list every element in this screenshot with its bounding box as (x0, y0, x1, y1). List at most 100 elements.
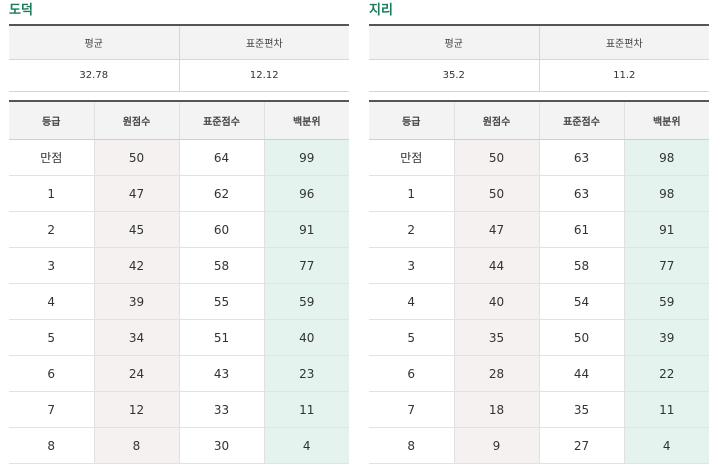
raw-score-cell: 50 (453, 139, 539, 176)
raw-score-cell: 35 (453, 319, 539, 356)
summary-header: 표준편차 (178, 25, 349, 60)
grade-table-header: 표준점수 (538, 100, 624, 140)
raw-score-cell: 24 (93, 355, 179, 392)
percentile-cell: 99 (263, 139, 349, 176)
summary-header: 평균 (369, 25, 539, 60)
grade-cell: 3 (369, 247, 454, 284)
table-row: 5 35 50 39 (369, 319, 709, 356)
percentile-cell: 22 (623, 355, 709, 392)
percentile-cell: 91 (263, 211, 349, 248)
standard-score-cell: 58 (538, 247, 624, 284)
summary-value: 11.2 (538, 59, 709, 92)
standard-score-cell: 63 (538, 175, 624, 212)
grade-cell: 3 (9, 247, 94, 284)
table-row: 4 39 55 59 (9, 283, 349, 320)
raw-score-cell: 40 (453, 283, 539, 320)
standard-score-cell: 60 (178, 211, 264, 248)
grade-cell: 7 (9, 391, 94, 428)
raw-score-cell: 39 (93, 283, 179, 320)
table-row: 2 45 60 91 (9, 211, 349, 248)
raw-score-cell: 28 (453, 355, 539, 392)
percentile-cell: 96 (263, 175, 349, 212)
grade-cell: 만점 (9, 139, 94, 176)
grade-table-header: 등급 (369, 100, 454, 140)
table-row: 3 42 58 77 (9, 247, 349, 284)
table-row: 3 44 58 77 (369, 247, 709, 284)
standard-score-cell: 33 (178, 391, 264, 428)
percentile-cell: 77 (623, 247, 709, 284)
raw-score-cell: 34 (93, 319, 179, 356)
grade-table: 등급 원점수 표준점수 백분위 만점 50 63 98 1 50 63 98 2 47 61 91 3 44 58 7… (369, 99, 709, 464)
grade-table-header: 원점수 (453, 100, 539, 140)
grade-cell: 7 (369, 391, 454, 428)
grade-cell: 만점 (369, 139, 454, 176)
grade-cell: 6 (9, 355, 94, 392)
grade-cell: 6 (369, 355, 454, 392)
grade-table-header: 등급 (9, 100, 94, 140)
raw-score-cell: 44 (453, 247, 539, 284)
raw-score-cell: 47 (93, 175, 179, 212)
percentile-cell: 91 (623, 211, 709, 248)
table-row: 1 47 62 96 (9, 175, 349, 212)
standard-score-cell: 43 (178, 355, 264, 392)
raw-score-cell: 12 (93, 391, 179, 428)
table-row: 7 12 33 11 (9, 391, 349, 428)
percentile-cell: 39 (623, 319, 709, 356)
percentile-cell: 59 (263, 283, 349, 320)
summary-table: 평균 표준편차 35.2 11.2 (369, 24, 709, 92)
panel-ethics: 도덕 평균 표준편차 32.78 12.12 등급 원점수 표준점수 백분위 만점 50 64 99 1 4… (9, 0, 349, 464)
standard-score-cell: 64 (178, 139, 264, 176)
summary-value: 12.12 (178, 59, 349, 92)
summary-value: 32.78 (9, 59, 179, 92)
panel-geography: 지리 평균 표준편차 35.2 11.2 등급 원점수 표준점수 백분위 만점 50 63 98 1 50 6… (369, 0, 709, 464)
standard-score-cell: 62 (178, 175, 264, 212)
standard-score-cell: 63 (538, 139, 624, 176)
table-row: 만점 50 64 99 (9, 139, 349, 176)
section-title: 지리 (369, 3, 393, 18)
raw-score-cell: 50 (453, 175, 539, 212)
percentile-cell: 98 (623, 139, 709, 176)
summary-header: 평균 (9, 25, 179, 60)
grade-cell: 8 (369, 427, 454, 464)
percentile-cell: 23 (263, 355, 349, 392)
grade-table-header: 백분위 (263, 100, 349, 140)
table-row: 4 40 54 59 (369, 283, 709, 320)
standard-score-cell: 55 (178, 283, 264, 320)
standard-score-cell: 44 (538, 355, 624, 392)
grade-cell: 4 (9, 283, 94, 320)
percentile-cell: 4 (263, 427, 349, 464)
grade-cell: 2 (9, 211, 94, 248)
table-row: 만점 50 63 98 (369, 139, 709, 176)
grade-table-header: 표준점수 (178, 100, 264, 140)
standard-score-cell: 54 (538, 283, 624, 320)
summary-value: 35.2 (369, 59, 539, 92)
table-row: 1 50 63 98 (369, 175, 709, 212)
standard-score-cell: 51 (178, 319, 264, 356)
raw-score-cell: 45 (93, 211, 179, 248)
grade-cell: 1 (369, 175, 454, 212)
standard-score-cell: 50 (538, 319, 624, 356)
standard-score-cell: 58 (178, 247, 264, 284)
table-row: 6 24 43 23 (9, 355, 349, 392)
table-row: 5 34 51 40 (9, 319, 349, 356)
section-title: 도덕 (9, 3, 33, 18)
raw-score-cell: 42 (93, 247, 179, 284)
table-row: 2 47 61 91 (369, 211, 709, 248)
raw-score-cell: 50 (93, 139, 179, 176)
grade-cell: 5 (9, 319, 94, 356)
raw-score-cell: 18 (453, 391, 539, 428)
percentile-cell: 4 (623, 427, 709, 464)
percentile-cell: 59 (623, 283, 709, 320)
table-row: 8 9 27 4 (369, 427, 709, 464)
grade-cell: 4 (369, 283, 454, 320)
percentile-cell: 98 (623, 175, 709, 212)
percentile-cell: 40 (263, 319, 349, 356)
percentile-cell: 77 (263, 247, 349, 284)
standard-score-cell: 35 (538, 391, 624, 428)
table-row: 6 28 44 22 (369, 355, 709, 392)
percentile-cell: 11 (263, 391, 349, 428)
standard-score-cell: 30 (178, 427, 264, 464)
grade-table-header: 백분위 (623, 100, 709, 140)
grade-table: 등급 원점수 표준점수 백분위 만점 50 64 99 1 47 62 96 2 45 60 91 3 42 58 7… (9, 99, 349, 464)
summary-table: 평균 표준편차 32.78 12.12 (9, 24, 349, 92)
